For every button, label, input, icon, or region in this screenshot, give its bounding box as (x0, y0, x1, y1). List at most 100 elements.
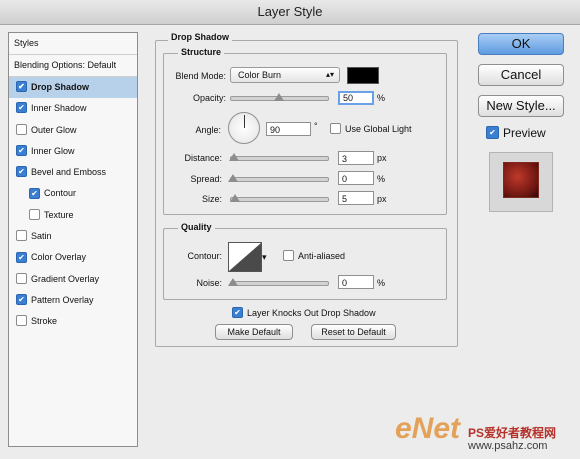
size-unit: px (377, 194, 387, 204)
preview-checkbox[interactable]: Preview (486, 126, 546, 140)
spread-slider[interactable] (230, 177, 329, 182)
distance-slider-thumb[interactable] (229, 153, 239, 161)
spread-field[interactable]: 0 (338, 171, 374, 185)
distance-field[interactable]: 3 (338, 151, 374, 165)
style-item-color-overlay[interactable]: Color Overlay (9, 247, 137, 268)
style-item-contour[interactable]: Contour (9, 183, 137, 204)
anti-aliased-checkbox[interactable]: Anti-aliased (283, 250, 345, 262)
angle-field[interactable]: 90 (266, 122, 311, 136)
contour-curve-icon (229, 243, 261, 271)
contour-label: Contour: (187, 251, 222, 261)
spread-unit: % (377, 174, 386, 184)
style-preview (489, 152, 553, 212)
size-slider-thumb[interactable] (230, 194, 240, 202)
opacity-label: Opacity: (192, 93, 226, 103)
style-item-outer-glow[interactable]: Outer Glow (9, 120, 137, 141)
checkbox-icon[interactable] (16, 251, 27, 263)
blend-mode-value: Color Burn (238, 70, 282, 80)
contour-dropdown-arrow-icon[interactable]: ▾ (262, 252, 267, 263)
contour-preview[interactable] (228, 242, 262, 272)
watermark-logo-text: eNet (395, 412, 461, 445)
style-item-inner-shadow[interactable]: Inner Shadow (9, 98, 137, 119)
watermark-url: www.psahz.com (468, 440, 548, 452)
noise-unit: % (377, 278, 386, 288)
style-item-label: Contour (44, 188, 77, 199)
style-item-gradient-overlay[interactable]: Gradient Overlay (9, 269, 137, 290)
style-item-label: Texture (44, 209, 74, 220)
checkbox-icon[interactable] (16, 102, 27, 114)
style-item-label: Color Overlay (31, 252, 87, 263)
angle-label: Angle: (195, 125, 221, 135)
shadow-color-swatch[interactable] (347, 67, 379, 84)
global-light-label: Use Global Light (345, 124, 412, 134)
style-item-label: Drop Shadow (31, 82, 89, 92)
checkbox-icon[interactable] (16, 230, 27, 242)
style-item-pattern-overlay[interactable]: Pattern Overlay (9, 290, 137, 311)
checkbox-icon[interactable] (16, 294, 27, 306)
angle-unit: ° (314, 121, 318, 131)
make-default-button[interactable]: Make Default (215, 324, 293, 340)
size-field[interactable]: 5 (338, 191, 374, 205)
angle-dial-hand (244, 115, 245, 128)
style-item-texture[interactable]: Texture (9, 205, 137, 226)
checkbox-icon[interactable] (29, 208, 40, 220)
global-light-check-icon (330, 123, 341, 135)
watermark-logo: eNet (395, 412, 460, 446)
checkbox-icon[interactable] (16, 123, 27, 135)
style-item-inner-glow[interactable]: Inner Glow (9, 141, 137, 162)
noise-field[interactable]: 0 (338, 275, 374, 289)
styles-list: Styles Blending Options: Default Drop Sh… (8, 32, 138, 447)
style-item-drop-shadow[interactable]: Drop Shadow (9, 77, 137, 99)
angle-dial[interactable] (228, 112, 260, 144)
new-style-button[interactable]: New Style... (478, 95, 564, 117)
drop-shadow-title: Drop Shadow (168, 32, 232, 42)
blend-mode-select[interactable]: Color Burn ▴▾ (230, 67, 340, 83)
checkbox-icon[interactable] (16, 166, 27, 178)
style-item-label: Satin (31, 231, 52, 242)
size-slider[interactable] (230, 197, 329, 202)
quality-title: Quality (178, 222, 215, 232)
quality-group (163, 228, 447, 300)
checkbox-icon[interactable] (16, 81, 27, 93)
style-item-label: Bevel and Emboss (31, 167, 107, 178)
window-title: Layer Style (0, 0, 580, 25)
checkbox-icon[interactable] (16, 145, 27, 157)
knocks-out-check-icon (232, 307, 243, 319)
cancel-button[interactable]: Cancel (478, 64, 564, 86)
spread-slider-thumb[interactable] (228, 174, 238, 182)
spread-label: Spread: (190, 174, 222, 184)
style-item-label: Pattern Overlay (31, 294, 94, 305)
preview-check-icon (486, 126, 499, 140)
reset-to-default-button[interactable]: Reset to Default (311, 324, 396, 340)
style-item-label: Stroke (31, 316, 58, 327)
style-item-bevel-and-emboss[interactable]: Bevel and Emboss (9, 162, 137, 183)
opacity-unit: % (377, 93, 386, 103)
structure-title: Structure (178, 47, 225, 57)
checkbox-icon[interactable] (29, 187, 40, 199)
opacity-field[interactable]: 50 (338, 91, 374, 105)
layer-knocks-out-checkbox[interactable]: Layer Knocks Out Drop Shadow (232, 307, 376, 319)
watermark-site-name: PS爱好者教程网 (468, 426, 557, 440)
distance-slider[interactable] (230, 156, 329, 161)
distance-label: Distance: (184, 153, 222, 163)
style-item-label: Inner Glow (31, 145, 75, 156)
noise-label: Noise: (196, 278, 222, 288)
styles-header[interactable]: Styles (9, 33, 137, 55)
ok-button[interactable]: OK (478, 33, 564, 55)
blend-mode-label: Blend Mode: (175, 71, 226, 81)
checkbox-icon[interactable] (16, 272, 27, 284)
checkbox-icon[interactable] (16, 315, 27, 327)
knocks-out-label: Layer Knocks Out Drop Shadow (247, 308, 376, 318)
noise-slider[interactable] (230, 281, 329, 286)
use-global-light-checkbox[interactable]: Use Global Light (330, 123, 412, 135)
preview-label: Preview (503, 126, 546, 140)
style-item-label: Outer Glow (31, 124, 77, 135)
select-arrows-icon: ▴▾ (325, 70, 334, 79)
distance-unit: px (377, 153, 387, 163)
noise-slider-thumb[interactable] (228, 278, 238, 286)
blending-options-item[interactable]: Blending Options: Default (9, 55, 137, 77)
style-item-stroke[interactable]: Stroke (9, 311, 137, 332)
style-item-label: Gradient Overlay (31, 273, 100, 284)
style-item-satin[interactable]: Satin (9, 226, 137, 247)
opacity-slider-thumb[interactable] (273, 93, 284, 101)
